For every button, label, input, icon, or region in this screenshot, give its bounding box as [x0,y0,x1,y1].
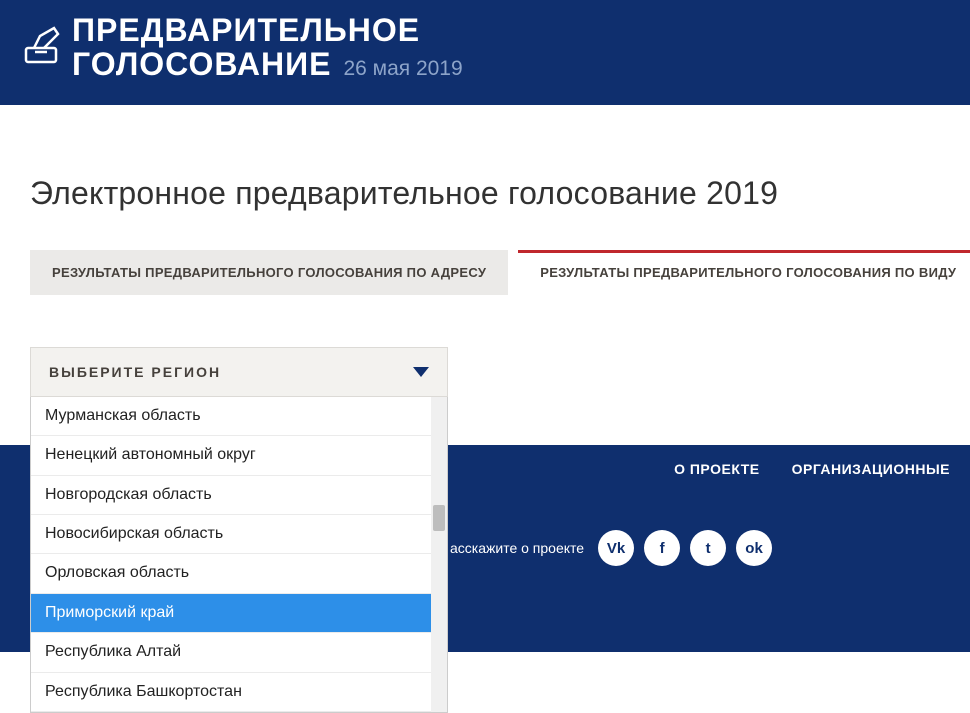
dropdown-scrollbar[interactable] [431,397,447,712]
region-option[interactable]: Новосибирская область [31,515,447,554]
region-option[interactable]: Ненецкий автономный округ [31,436,447,475]
region-option[interactable]: Мурманская область [31,397,447,436]
region-dropdown-toggle[interactable]: ВЫБЕРИТЕ РЕГИОН [30,347,448,397]
tab-results-by-address[interactable]: РЕЗУЛЬТАТЫ ПРЕДВАРИТЕЛЬНОГО ГОЛОСОВАНИЯ … [30,250,508,295]
header-title-line1: ПРЕДВАРИТЕЛЬНОЕ [72,14,463,46]
header-date: 26 мая 2019 [343,57,462,81]
region-dropdown-label: ВЫБЕРИТЕ РЕГИОН [49,364,221,380]
chevron-down-icon [413,367,429,377]
header-title-line2: ГОЛОСОВАНИЕ [72,46,331,83]
region-dropdown-list: Мурманская область Ненецкий автономный о… [30,397,448,713]
region-option[interactable]: Орловская область [31,554,447,593]
main-content: Электронное предварительное голосование … [0,175,970,713]
page-header: ПРЕДВАРИТЕЛЬНОЕ ГОЛОСОВАНИЕ 26 мая 2019 [0,0,970,105]
header-title-block: ПРЕДВАРИТЕЛЬНОЕ ГОЛОСОВАНИЕ 26 мая 2019 [72,14,463,83]
scrollbar-thumb[interactable] [433,505,445,531]
page-title: Электронное предварительное голосование … [30,175,950,212]
tabs-bar: РЕЗУЛЬТАТЫ ПРЕДВАРИТЕЛЬНОГО ГОЛОСОВАНИЯ … [30,250,950,295]
tab-results-by-type[interactable]: РЕЗУЛЬТАТЫ ПРЕДВАРИТЕЛЬНОГО ГОЛОСОВАНИЯ … [518,250,970,295]
ballot-icon [20,18,68,71]
region-dropdown: ВЫБЕРИТЕ РЕГИОН Мурманская область Ненец… [30,347,448,713]
region-option[interactable]: Республика Алтай [31,633,447,672]
region-option[interactable]: Новгородская область [31,476,447,515]
region-option[interactable]: Республика Башкортостан [31,673,447,712]
region-option-selected[interactable]: Приморский край [31,594,447,633]
